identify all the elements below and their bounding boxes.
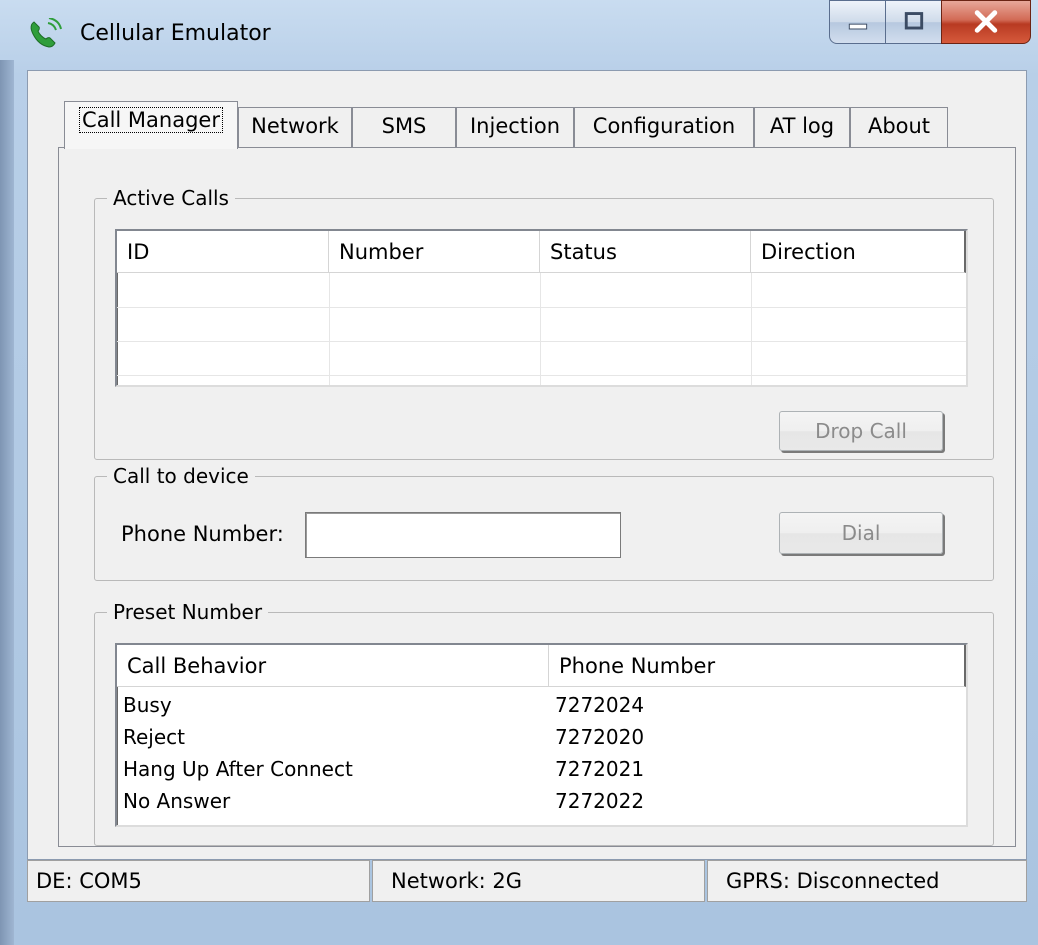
preset-row-number[interactable]: 7272024 (549, 689, 959, 721)
status-port: DE: COM5 (27, 860, 370, 902)
phone-icon (30, 18, 62, 48)
tab-configuration[interactable]: Configuration (574, 107, 754, 147)
preset-row-behavior[interactable]: Busy (117, 689, 547, 721)
preset-number-title: Preset Number (107, 599, 269, 625)
grid-line (117, 375, 966, 376)
status-gprs: GPRS: Disconnected (707, 860, 1027, 902)
tab-network[interactable]: Network (238, 107, 352, 147)
column-direction[interactable]: Direction (751, 231, 966, 273)
status-bar: DE: COM5 Network: 2G GPRS: Disconnected (27, 860, 1027, 940)
preset-row-number[interactable]: 7272022 (549, 785, 959, 817)
column-status[interactable]: Status (540, 231, 751, 273)
preset-row-behavior[interactable]: Reject (117, 721, 547, 753)
call-to-device-title: Call to device (107, 463, 255, 489)
drop-call-button[interactable]: Drop Call (779, 411, 943, 451)
preset-row-number[interactable]: 7272021 (549, 753, 959, 785)
tab-at-log[interactable]: AT log (754, 107, 850, 147)
window-frame-left (0, 60, 14, 945)
window-title: Cellular Emulator (80, 21, 271, 46)
maximize-icon (904, 12, 924, 30)
minimize-icon (848, 23, 868, 30)
tab-injection[interactable]: Injection (456, 107, 574, 147)
active-calls-list[interactable]: ID Number Status Direction (115, 229, 968, 387)
preset-row-number[interactable]: 7272020 (549, 721, 959, 753)
tab-label: Call Manager (79, 107, 223, 133)
preset-number-list[interactable]: Call Behavior Phone Number Busy 7272024 … (115, 643, 968, 827)
active-calls-group: Active Calls ID Number Status Direction … (94, 185, 994, 460)
dial-button[interactable]: Dial (779, 512, 943, 554)
phone-number-label: Phone Number: (121, 522, 284, 546)
app-window: Cellular Emulator Active Calls ID Number… (0, 0, 1038, 945)
preset-row-behavior[interactable]: Hang Up After Connect (117, 753, 547, 785)
client-area: Active Calls ID Number Status Direction … (27, 70, 1027, 860)
tab-call-manager[interactable]: Call Manager (64, 101, 238, 149)
grid-line (117, 307, 966, 308)
tab-sms[interactable]: SMS (352, 107, 456, 147)
close-button[interactable] (941, 0, 1031, 44)
preset-row-behavior[interactable]: No Answer (117, 785, 547, 817)
active-calls-title: Active Calls (107, 185, 235, 211)
grid-line (751, 273, 752, 385)
tab-panel-call-manager: Active Calls ID Number Status Direction … (58, 147, 1016, 847)
status-network: Network: 2G (372, 860, 705, 902)
grid-line (329, 273, 330, 385)
title-bar[interactable]: Cellular Emulator (0, 0, 1038, 62)
phone-number-input[interactable] (305, 512, 621, 558)
grid-line (117, 341, 966, 342)
column-id[interactable]: ID (117, 231, 329, 273)
grid-line (540, 273, 541, 385)
tab-about[interactable]: About (850, 107, 948, 147)
call-to-device-group: Call to device Phone Number: Dial (94, 463, 994, 581)
column-call-behavior[interactable]: Call Behavior (117, 645, 549, 687)
preset-number-group: Preset Number Call Behavior Phone Number… (94, 599, 994, 846)
close-icon (974, 10, 998, 33)
column-number[interactable]: Number (329, 231, 540, 273)
maximize-button[interactable] (885, 0, 942, 44)
column-phone-number[interactable]: Phone Number (549, 645, 966, 687)
minimize-button[interactable] (829, 0, 886, 44)
